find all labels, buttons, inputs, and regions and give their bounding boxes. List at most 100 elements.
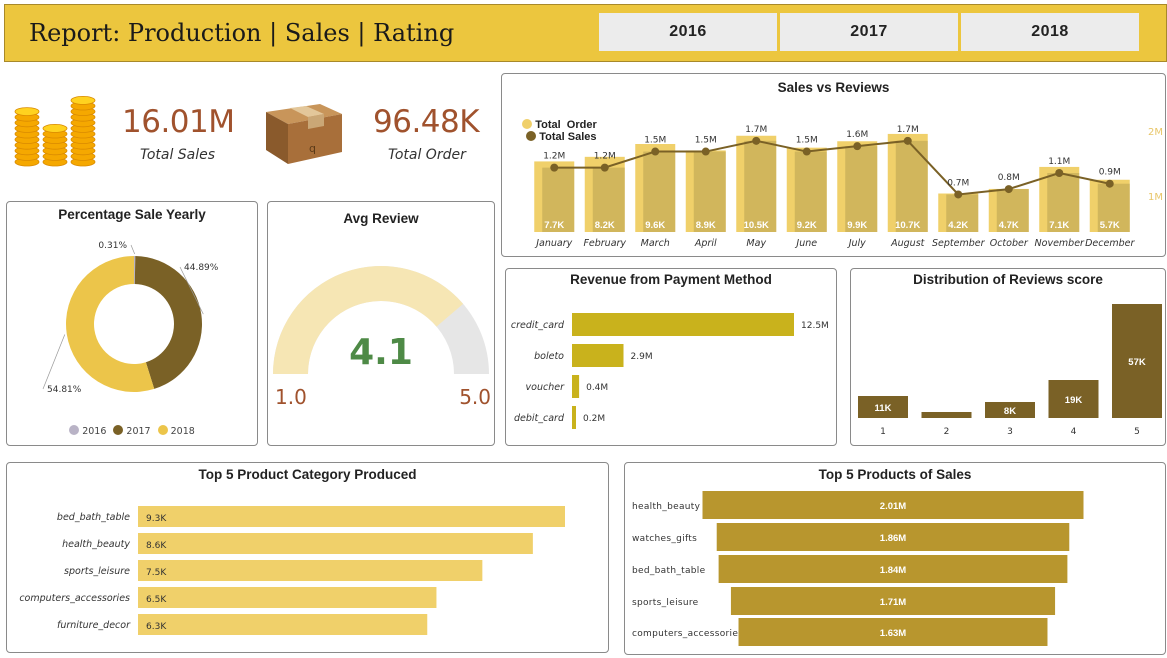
pie-leader-line (42, 334, 66, 390)
legend-2017-dot (113, 425, 124, 435)
sales-point-label: 1.5M (644, 136, 666, 146)
product-value-label: 1.71M (880, 597, 906, 608)
total-sales-label: Total Sales (140, 147, 216, 163)
sales-point (550, 163, 559, 172)
order-bar-label: 8.2K (595, 220, 615, 231)
payment-value-label: 12.5M (801, 321, 829, 331)
sales-point (1055, 169, 1064, 177)
order-bar-label: 7.7K (544, 220, 564, 231)
pie-value-label: 0.31% (98, 241, 127, 251)
sales-reviews-chart: 7.7K January 8.2K February 9.6K March 8.9K Apri… (534, 125, 1135, 249)
review-score-value: 19K (1065, 395, 1083, 406)
order-bar-label: 5.7K (1100, 220, 1120, 231)
sales-point (903, 136, 912, 145)
order-bar-label: 9.9K (847, 220, 867, 231)
category-bar (138, 614, 428, 635)
sales-point (1004, 185, 1013, 194)
svg-text:q: q (309, 142, 316, 155)
total-sales-value: 16.01M (122, 104, 235, 140)
sales-point (752, 136, 761, 145)
review-score-value: 57K (1128, 357, 1146, 368)
sales-point-label: 0.7M (947, 178, 969, 188)
coins-icon (12, 90, 100, 168)
category-label: health_beauty (62, 539, 130, 550)
report-title: Report: Production | Sales | Rating (29, 19, 455, 47)
top-products-sales-panel: Top 5 Products of Sales health_beauty 2.0… (624, 462, 1166, 655)
month-tick-label: October (990, 238, 1029, 249)
sales-point-label: 1.2M (543, 152, 565, 162)
gauge-max: 5.0 (459, 385, 491, 409)
order-bar-label: 9.6K (645, 220, 665, 231)
total-order-value: 96.48K (373, 104, 480, 140)
payment-category-label: credit_card (511, 320, 565, 331)
payment-bar (572, 344, 624, 367)
order-bar-label: 8.9K (696, 220, 716, 231)
product-label: bed_bath_table (632, 566, 706, 576)
payment-bar (572, 406, 576, 429)
avg-review-panel: Avg Review 4.1 1.0 5.0 (267, 201, 495, 446)
payment-category-label: boleto (534, 351, 564, 362)
pie-leader-line (130, 244, 136, 255)
payment-category-label: voucher (526, 382, 566, 393)
legend-2016-label: 2016 (82, 426, 107, 437)
category-bar (138, 506, 565, 527)
total-order-label: Total Order (388, 147, 466, 163)
product-value-label: 1.86M (880, 533, 906, 544)
sales-point-label: 1.6M (846, 130, 868, 140)
payment-value-label: 0.2M (583, 414, 605, 424)
payment-value-label: 0.4M (586, 383, 608, 393)
product-value-label: 2.01M (880, 501, 906, 512)
review-score-tick: 5 (1134, 427, 1140, 437)
gauge-min: 1.0 (275, 385, 307, 409)
pie-value-label: 54.81% (47, 385, 82, 395)
products-sales-chart: health_beauty 2.01M watches_gifts 1.86M bed_… (632, 491, 1084, 646)
sales-point (651, 147, 660, 156)
month-tick-label: March (641, 238, 670, 249)
order-bar-label: 4.2K (948, 220, 968, 231)
review-score-value: 11K (875, 403, 892, 414)
category-bar (138, 560, 483, 581)
report-header: Report: Production | Sales | Rating 2016… (4, 4, 1167, 62)
order-bar-label: 10.7K (895, 220, 920, 231)
order-bar-label: 9.2K (797, 220, 817, 231)
category-value-label: 9.3K (146, 514, 167, 524)
product-label: health_beauty (632, 502, 701, 512)
legend-2017-label: 2017 (126, 426, 151, 437)
review-score-bar (921, 412, 972, 418)
month-tick-label: May (746, 238, 766, 249)
sales-point-label: 0.8M (998, 173, 1020, 183)
order-bar-shade (895, 140, 928, 232)
category-value-label: 8.6K (146, 541, 167, 551)
category-value-label: 6.5K (146, 595, 167, 605)
product-value-label: 1.63M (880, 628, 906, 639)
pie-chart: 0.31% 44.89% 54.81% (42, 241, 219, 395)
right-axis-tick-2m: 2M (1148, 127, 1163, 138)
category-label: bed_bath_table (57, 512, 130, 523)
payment-chart: credit_card 12.5M boleto 2.9M voucher 0.4M deb… (511, 313, 829, 429)
sales-point-label: 1.7M (897, 125, 919, 135)
year-2017-button[interactable]: 2017 (780, 13, 958, 51)
sales-point-label: 1.7M (745, 125, 767, 135)
sales-point-label: 1.5M (695, 136, 717, 146)
coin (42, 124, 68, 133)
category-label: sports_leisure (64, 566, 130, 577)
category-bar (138, 533, 533, 554)
top-categories-produced-panel: Top 5 Product Category Produced bed_bath… (6, 462, 609, 653)
sales-point (1105, 179, 1114, 188)
sales-point (701, 147, 710, 156)
pie-legend: 2016 2017 2018 (7, 425, 257, 437)
month-tick-label: September (932, 238, 986, 249)
reviews-distribution-chart: 11K 1 2 8K 3 19K 4 57K 5 (858, 304, 1162, 437)
review-score-tick: 4 (1071, 427, 1077, 437)
right-axis-tick-1m: 1M (1148, 192, 1163, 203)
year-2018-button[interactable]: 2018 (961, 13, 1139, 51)
sales-point (853, 142, 862, 151)
category-label: computers_accessories (19, 593, 130, 604)
month-tick-label: November (1035, 238, 1086, 249)
year-2016-button[interactable]: 2016 (599, 13, 777, 51)
sales-point-label: 1.2M (594, 152, 616, 162)
sales-point-label: 1.5M (796, 136, 818, 146)
sales-point-label: 1.1M (1048, 157, 1070, 167)
month-tick-label: December (1085, 238, 1135, 249)
order-bar-shade (744, 140, 777, 232)
